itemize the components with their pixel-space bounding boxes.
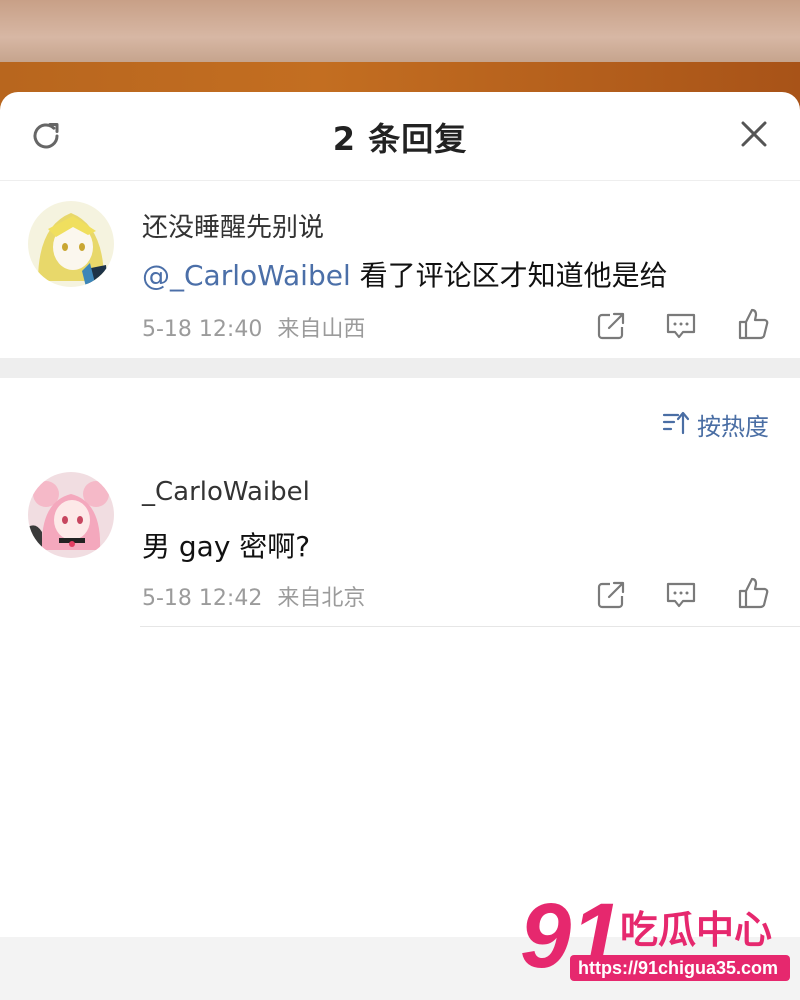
- sheet-header: 2 条回复: [0, 92, 800, 181]
- sheet-title: 2 条回复: [332, 120, 468, 158]
- comment-icon[interactable]: [663, 577, 699, 613]
- comment-meta: 5-18 12:40 来自山西: [142, 311, 365, 343]
- avatar[interactable]: [28, 201, 114, 287]
- reply-divider: [140, 626, 800, 627]
- sort-icon: [662, 411, 690, 435]
- comment-time: 5-18 12:40: [142, 317, 263, 342]
- comment-location: 来自山西: [277, 317, 366, 342]
- reply-meta: 5-18 12:42 来自北京: [142, 580, 365, 612]
- share-icon[interactable]: [593, 577, 629, 613]
- sort-label[interactable]: 按热度: [697, 407, 769, 442]
- reply-time: 5-18 12:42: [142, 586, 263, 611]
- like-icon[interactable]: [735, 575, 771, 611]
- watermark-url: https://91chigua35.com: [578, 958, 778, 978]
- close-icon[interactable]: [738, 118, 770, 150]
- like-icon[interactable]: [735, 306, 771, 342]
- avatar-image-pink-hair: [28, 472, 114, 558]
- watermark-logo: 91 吃瓜中心 https://91chigua35.com: [520, 885, 790, 987]
- sort-control[interactable]: 按热度: [0, 405, 800, 445]
- reply-text: 男 gay 密啊?: [142, 530, 311, 563]
- original-comment: 还没睡醒先别说 @_CarloWaibel 看了评论区才知道他是给 5-18 1…: [0, 181, 800, 359]
- avatar[interactable]: [28, 472, 114, 558]
- watermark-brand: 吃瓜中心: [620, 908, 772, 952]
- avatar-image-yellow-hair: [28, 201, 114, 287]
- comment-body: 看了评论区才知道他是给: [350, 259, 668, 292]
- background-top: [0, 0, 800, 62]
- comment-icon[interactable]: [663, 308, 699, 344]
- share-icon[interactable]: [593, 308, 629, 344]
- section-divider: [0, 358, 800, 378]
- comment-username[interactable]: 还没睡醒先别说: [142, 207, 324, 244]
- reply-username[interactable]: _CarloWaibel: [142, 477, 310, 507]
- mention-link[interactable]: @_CarloWaibel: [142, 259, 351, 292]
- reply-location: 来自北京: [277, 586, 366, 611]
- reply-sheet: 2 条回复 还没睡醒先别说 @_CarloWaibel 看了评论区才知道他是给 …: [0, 92, 800, 937]
- comment-text: @_CarloWaibel 看了评论区才知道他是给: [142, 254, 668, 294]
